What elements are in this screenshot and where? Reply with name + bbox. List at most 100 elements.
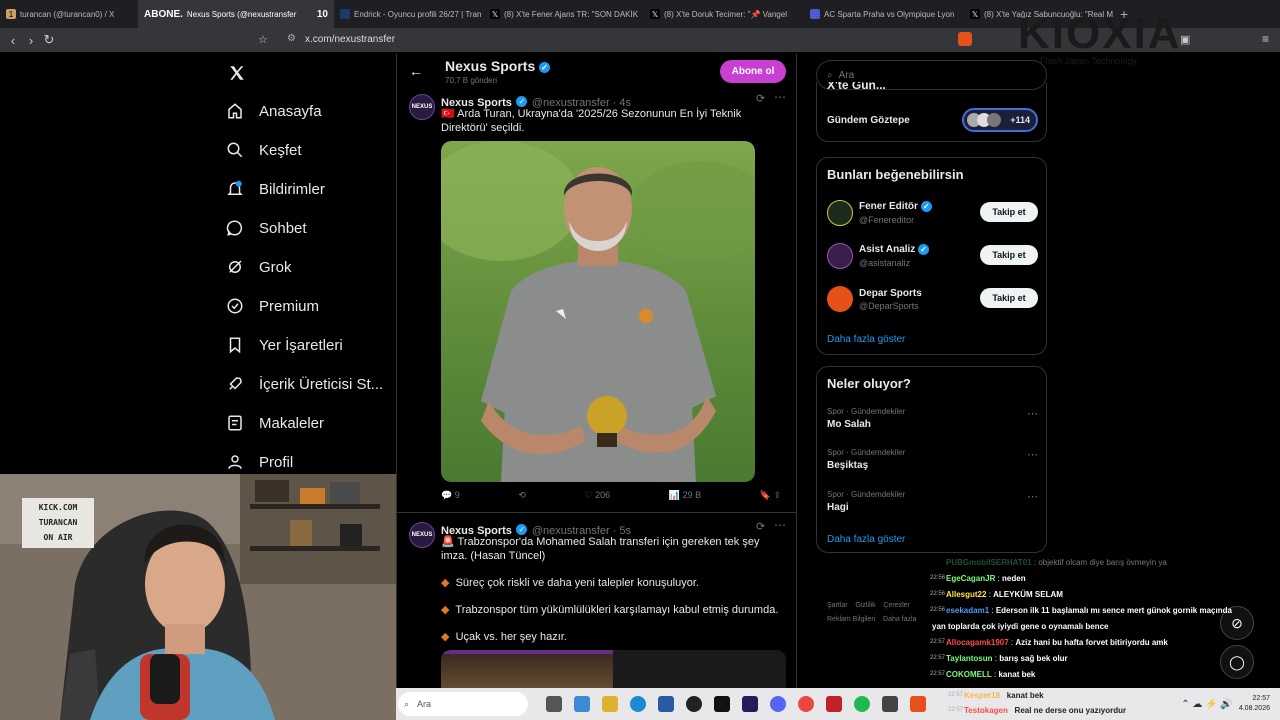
chat-user: PUBGmobilSERHAT01	[946, 557, 1032, 567]
chat-message: 22:57 Kesper18 : kanat bek	[948, 690, 1044, 700]
tab-count: 10	[316, 8, 328, 20]
suggestion-name[interactable]: Asist Analiz	[859, 245, 915, 256]
avatar[interactable]: NEXUS	[409, 94, 435, 120]
nav-notifications[interactable]: Bildirimler	[226, 180, 325, 198]
chrome-icon[interactable]	[798, 696, 814, 712]
avatar[interactable]	[827, 200, 853, 226]
nav-label: Keşfet	[259, 141, 302, 159]
premiere-icon[interactable]	[742, 696, 758, 712]
bookmark-post-icon[interactable]: 🔖 ⇪	[760, 490, 781, 501]
whats-happening-title: Neler oluyor?	[827, 376, 911, 391]
subscribe-button[interactable]: Abone ol	[720, 60, 786, 83]
gundem-label[interactable]: Gündem Göztepe	[827, 115, 910, 126]
suggestion-item[interactable]: Depar Sports @DeparSports Takip et	[827, 284, 1038, 314]
back-arrow-icon[interactable]: ←	[409, 63, 423, 79]
suggestion-name[interactable]: Fener Editör	[859, 202, 918, 213]
clock[interactable]: 22:57 4.08.2026	[1239, 694, 1270, 714]
like-button[interactable]: ♡ 206	[585, 490, 611, 501]
edge-icon[interactable]	[630, 696, 646, 712]
follow-button[interactable]: Takip et	[980, 245, 1038, 265]
x-logo-icon[interactable]	[228, 64, 246, 82]
suggestion-item[interactable]: Fener Editör ✓ @Fenereditor Takip et	[827, 198, 1038, 228]
grok-post-icon[interactable]: ⟳	[756, 520, 765, 533]
reply-button[interactable]: 💬 9	[441, 490, 460, 501]
nav-profile[interactable]: Profil	[226, 453, 293, 471]
taskbar-search[interactable]: ⌕ Ara	[398, 692, 528, 716]
avatar[interactable]	[827, 243, 853, 269]
suggestion-name[interactable]: Depar Sports	[859, 288, 922, 299]
trend-item[interactable]: Spor · Gündemdekiler Mo Salah ⋯	[827, 407, 1038, 430]
nav-creator-studio[interactable]: İçerik Üreticisi St...	[226, 375, 383, 393]
post-image[interactable]	[441, 141, 755, 482]
tab-nexus-sports[interactable]: ABONE. Nexus Sports (@nexustransfer 10	[138, 0, 334, 28]
forward-icon[interactable]: ›	[22, 33, 40, 48]
tab-sparta-lyon[interactable]: AC Sparta Praha vs Olympique Lyon	[804, 0, 964, 28]
folder-icon[interactable]	[602, 696, 618, 712]
spotify-icon[interactable]	[854, 696, 870, 712]
tab-doruk-tecimer[interactable]: 𝕏 (8) X'te Doruk Tecimer: "📌 Vangel	[644, 0, 804, 28]
trend-item[interactable]: Spor · Gündemdekiler Beşiktaş ⋯	[827, 448, 1038, 471]
discord-icon[interactable]	[770, 696, 786, 712]
tab-fener-ajans[interactable]: 𝕏 (8) X'te Fener Ajans TR: "SON DAKİK	[484, 0, 644, 28]
repost-button[interactable]: ⟲	[518, 490, 526, 501]
verified-icon: ✓	[516, 96, 528, 108]
show-more-link[interactable]: Daha fazla göster	[827, 334, 905, 345]
store-icon[interactable]	[658, 696, 674, 712]
avatar[interactable]: NEXUS	[409, 522, 435, 548]
bookmark-page-icon[interactable]: ☆	[258, 33, 268, 46]
menu-icon[interactable]: ≡	[1262, 32, 1269, 46]
verified-icon: ✓	[539, 61, 551, 73]
grok-post-icon[interactable]: ⟳	[756, 92, 765, 105]
back-icon[interactable]: ‹	[4, 33, 22, 48]
url-field[interactable]: x.com/nexustransfer	[305, 34, 395, 45]
system-tray-icon[interactable]: ⌃ ☁ ⚡ 🔊	[1181, 699, 1233, 710]
suggestion-item[interactable]: Asist Analiz ✓ @asistanaliz Takip et	[827, 241, 1038, 271]
brave-icon[interactable]	[958, 32, 972, 46]
capcut-icon[interactable]	[714, 696, 730, 712]
nav-chat[interactable]: Sohbet	[226, 219, 307, 237]
footer-link[interactable]: Şartlar	[827, 602, 848, 609]
more-icon[interactable]: ⋯	[774, 518, 786, 532]
app-icon[interactable]	[574, 696, 590, 712]
tab-endrick[interactable]: Endrick - Oyuncu profili 26/27 | Tran	[334, 0, 484, 28]
profile-header: ← Nexus Sports ✓ 70,7 B gönderi Abone ol	[397, 54, 796, 90]
show-more-link[interactable]: Daha fazla göster	[827, 534, 905, 545]
footer-link[interactable]: Gizlilik	[855, 602, 875, 609]
gundem-avatars[interactable]: +114	[962, 108, 1038, 132]
tab-turancan[interactable]: 1 turancan (@turancan0) / X	[0, 0, 138, 28]
nav-home[interactable]: Anasayfa	[226, 102, 322, 120]
more-icon[interactable]: ⋯	[774, 90, 786, 104]
chat-user: Kesper18	[964, 690, 1001, 700]
views-button[interactable]: 📊 29 B	[669, 490, 701, 501]
follow-button[interactable]: Takip et	[980, 288, 1038, 308]
left-nav: Anasayfa Keşfet Bildirimler Sohbet Grok …	[0, 54, 396, 474]
more-icon[interactable]: ⋯	[1027, 490, 1038, 503]
steam-icon[interactable]	[686, 696, 702, 712]
follow-button[interactable]: Takip et	[980, 202, 1038, 222]
nav-label: Yer İşaretleri	[259, 336, 343, 354]
chat-message: 22:56 esekadam1 : Ederson ilk 11 başlamal…	[930, 605, 1232, 615]
nav-grok[interactable]: Grok	[226, 258, 292, 276]
chat-user: Allesgut22	[946, 589, 987, 599]
more-icon[interactable]: ⋯	[1027, 407, 1038, 420]
footer-link[interactable]: Çerezler	[883, 602, 909, 609]
brave-icon[interactable]	[910, 696, 926, 712]
avatar[interactable]	[827, 286, 853, 312]
nav-bookmarks[interactable]: Yer İşaretleri	[226, 336, 343, 354]
chat-text: Real ne derse onu yazıyordur	[1014, 705, 1127, 715]
nav-articles[interactable]: Makaleler	[226, 414, 324, 432]
post[interactable]: NEXUS Nexus Sports ✓ @nexustransfer · 4s…	[397, 90, 796, 512]
trend-item[interactable]: Spor · Gündemdekiler Hagi ⋯	[827, 490, 1038, 513]
nav-premium[interactable]: Premium	[226, 297, 319, 315]
nav-label: Bildirimler	[259, 180, 325, 198]
app-icon[interactable]	[826, 696, 842, 712]
site-info-icon[interactable]: ⚙	[287, 33, 296, 44]
footer-link[interactable]: Daha fazla	[883, 616, 916, 623]
app-icon[interactable]	[882, 696, 898, 712]
reload-icon[interactable]: ↻	[40, 32, 58, 48]
nav-explore[interactable]: Keşfet	[226, 141, 302, 159]
task-view-icon[interactable]	[546, 696, 562, 712]
footer-link[interactable]: Reklam Bilgileri	[827, 616, 875, 623]
more-icon[interactable]: ⋯	[1027, 448, 1038, 461]
tab-label: (8) X'te Doruk Tecimer: "📌 Vangel	[664, 9, 787, 19]
